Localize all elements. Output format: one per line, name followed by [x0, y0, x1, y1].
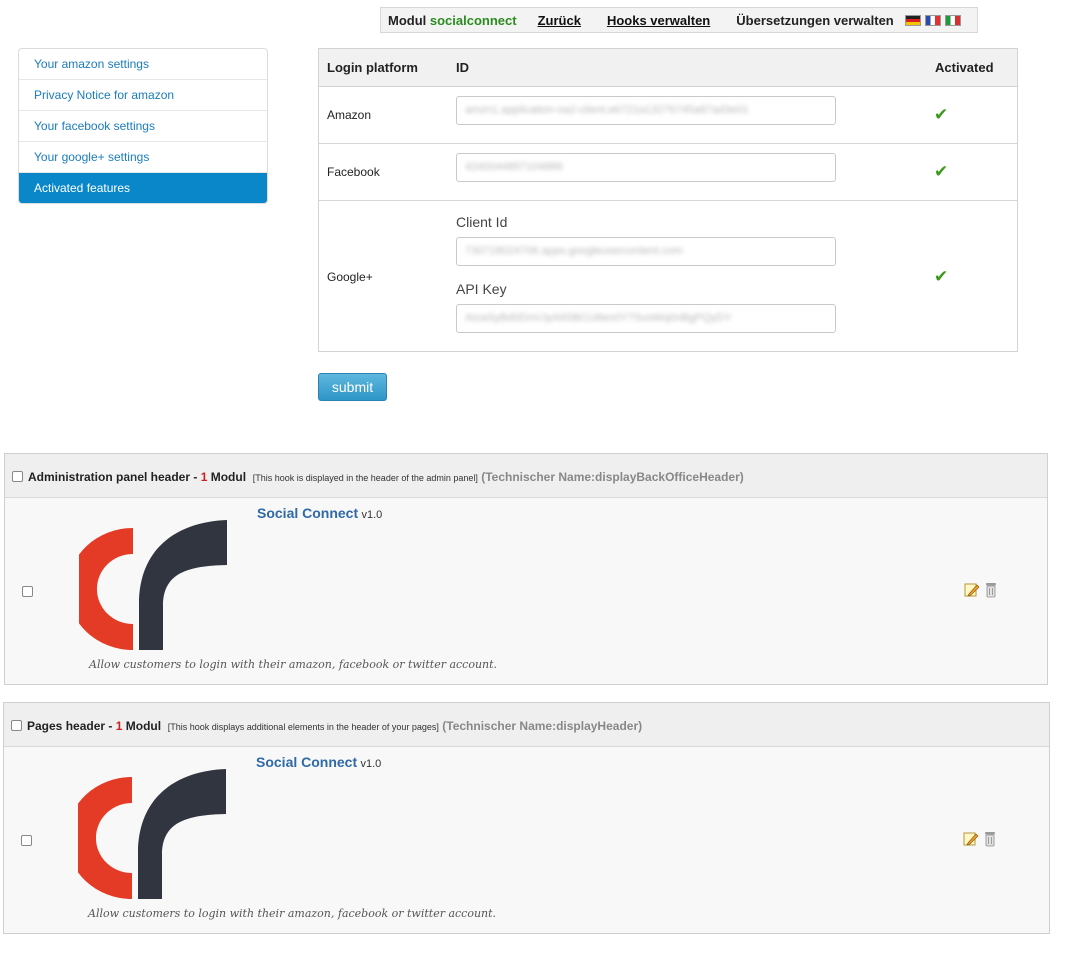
social-connect-logo — [79, 520, 227, 650]
table-header: Login platform ID Activated — [319, 49, 1017, 87]
sidebar-item-google-settings[interactable]: Your google+ settings — [19, 142, 267, 173]
checkmark-icon: ✔ — [934, 267, 949, 286]
hook-block-pages-header: Pages header - 1 Modul [This hook displa… — [3, 702, 1050, 934]
login-platform-table: Login platform ID Activated Amazon amzn1… — [318, 48, 1018, 352]
hook-module-row: Social Connect v1.0 Allow customers to l… — [5, 498, 1047, 684]
back-link[interactable]: Zurück — [538, 13, 581, 28]
amazon-id-field[interactable]: amzn1.application-oa2-client.eb721a13276… — [456, 96, 836, 125]
sidebar-item-activated-features[interactable]: Activated features — [19, 173, 267, 203]
social-connect-logo — [78, 769, 226, 899]
module-description: Allow customers to login with their amaz… — [88, 907, 497, 920]
facebook-id-field[interactable]: 4240044857104886 — [456, 153, 836, 182]
edit-icon[interactable] — [963, 831, 979, 847]
client-id-label: Client Id — [456, 214, 508, 230]
platform-label: Facebook — [327, 165, 380, 179]
module-select-checkbox[interactable] — [22, 586, 33, 597]
it-flag-icon[interactable] — [944, 14, 961, 26]
hook-title: Pages header - 1 Modul [This hook displa… — [27, 719, 642, 733]
module-label: Modul socialconnect — [388, 13, 517, 28]
hook-technical-name: (Technischer Name:displayBackOfficeHeade… — [481, 470, 744, 484]
module-name[interactable]: Social Connect — [257, 505, 358, 521]
hook-separator: - — [190, 470, 201, 484]
google-client-id-field[interactable]: 730718024706.apps.googleusercontent.com — [456, 237, 836, 266]
hook-title: Administration panel header - 1 Modul [T… — [28, 470, 744, 484]
checkmark-icon: ✔ — [934, 105, 949, 124]
sidebar-item-facebook-settings[interactable]: Your facebook settings — [19, 111, 267, 142]
hook-separator: - — [105, 719, 116, 733]
module-prefix: Modul — [388, 12, 427, 28]
sidebar-item-privacy-notice[interactable]: Privacy Notice for amazon — [19, 80, 267, 111]
hook-module-count: 1 — [200, 470, 208, 484]
hook-header: Administration panel header - 1 Modul [T… — [5, 454, 1047, 498]
column-header-activated: Activated — [935, 60, 994, 75]
api-key-label: API Key — [456, 281, 507, 297]
hook-name: Pages header — [27, 719, 106, 733]
module-toolbar: Modul socialconnect Zurück Hooks verwalt… — [380, 7, 978, 33]
module-title: Social Connect v1.0 — [257, 505, 382, 521]
hook-module-row: Social Connect v1.0 Allow customers to l… — [4, 747, 1049, 933]
table-row-facebook: Facebook 4240044857104886 ✔ — [319, 144, 1017, 201]
checkmark-icon: ✔ — [934, 162, 949, 181]
module-name: socialconnect — [429, 12, 517, 28]
hook-select-checkbox[interactable] — [11, 720, 22, 731]
hook-module-count: 1 — [115, 719, 123, 733]
submit-button[interactable]: submit — [318, 373, 387, 401]
delete-icon[interactable] — [985, 582, 997, 598]
module-select-checkbox[interactable] — [21, 835, 32, 846]
platform-label: Amazon — [327, 108, 372, 122]
table-row-google: Google+ Client Id 730718024706.apps.goog… — [319, 201, 1017, 351]
translations-label: Übersetzungen verwalten — [736, 12, 894, 28]
module-version: v1.0 — [360, 758, 382, 770]
edit-icon[interactable] — [964, 582, 980, 598]
settings-sidebar: Your amazon settings Privacy Notice for … — [18, 48, 268, 204]
hook-description: [This hook is displayed in the header of… — [252, 473, 478, 483]
module-title: Social Connect v1.0 — [256, 754, 381, 770]
de-flag-icon[interactable] — [904, 14, 921, 26]
module-name[interactable]: Social Connect — [256, 754, 357, 770]
table-row-amazon: Amazon amzn1.application-oa2-client.eb72… — [319, 87, 1017, 144]
module-version: v1.0 — [361, 509, 383, 521]
manage-hooks-link[interactable]: Hooks verwalten — [607, 13, 710, 28]
delete-icon[interactable] — [984, 831, 996, 847]
hook-block-backoffice-header: Administration panel header - 1 Modul [T… — [4, 453, 1048, 685]
column-header-platform: Login platform — [327, 60, 418, 75]
hook-select-checkbox[interactable] — [12, 471, 23, 482]
hook-count-suffix: Modul — [125, 719, 162, 733]
field-value: 4240044857104886 — [465, 161, 563, 173]
hook-technical-name: (Technischer Name:displayHeader) — [442, 719, 643, 733]
fr-flag-icon[interactable] — [924, 14, 941, 26]
hook-description: [This hook displays additional elements … — [167, 722, 439, 732]
hook-count-suffix: Modul — [210, 470, 247, 484]
google-api-key-field[interactable]: AIzaSyBd0DnVJyA9SBCU8en0Y7SvoWq0nBgPQyDY — [456, 304, 836, 333]
sidebar-item-amazon-settings[interactable]: Your amazon settings — [19, 49, 267, 80]
field-value: amzn1.application-oa2-client.eb721a13276… — [465, 104, 749, 116]
platform-label: Google+ — [327, 270, 373, 284]
field-value: 730718024706.apps.googleusercontent.com — [465, 245, 683, 257]
module-description: Allow customers to login with their amaz… — [89, 658, 498, 671]
column-header-id: ID — [456, 60, 469, 75]
hook-name: Administration panel header — [28, 470, 191, 484]
field-value: AIzaSyBd0DnVJyA9SBCU8en0Y7SvoWq0nBgPQyDY — [465, 312, 732, 324]
hook-header: Pages header - 1 Modul [This hook displa… — [4, 703, 1049, 747]
